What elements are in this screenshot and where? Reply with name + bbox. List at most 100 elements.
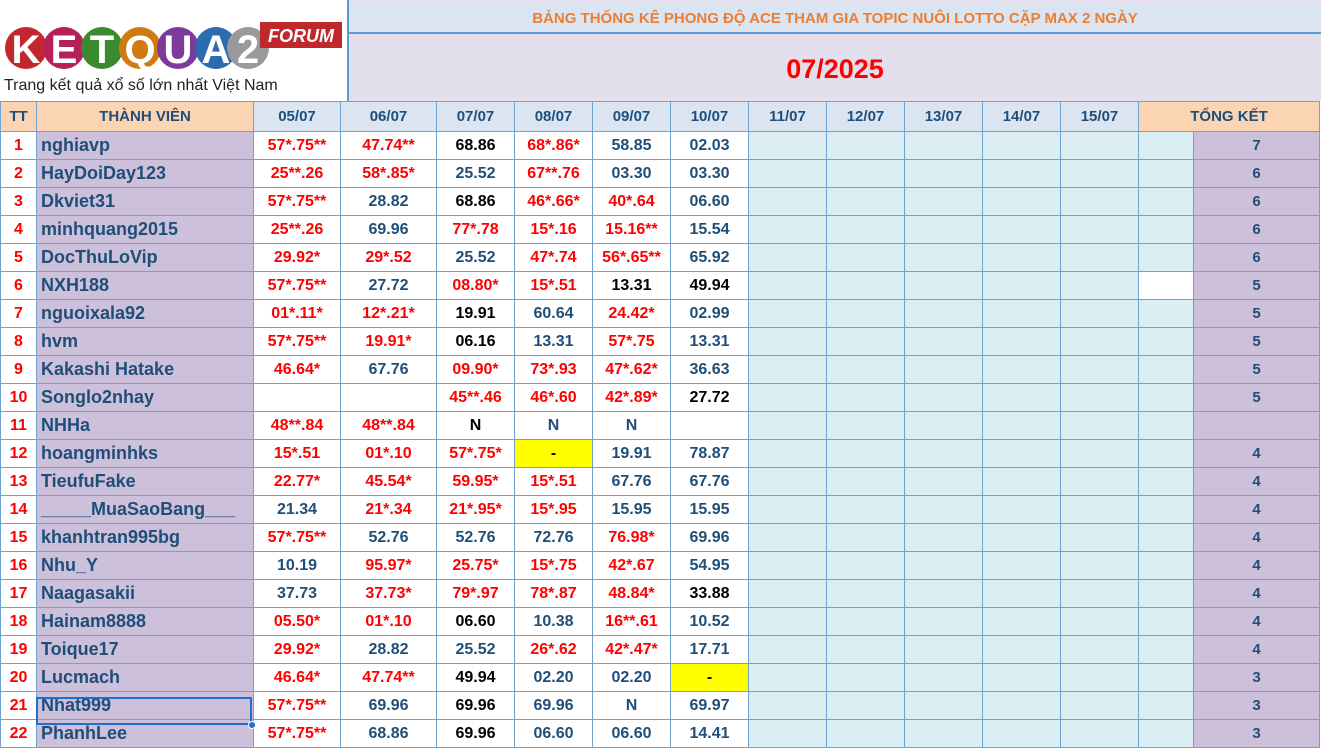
col-header-date[interactable]: 10/07 [670,101,749,132]
empty-day-cell[interactable] [982,411,1061,440]
empty-day-cell[interactable] [748,355,827,384]
total-cell[interactable]: 4 [1193,579,1320,608]
summary-spacer-cell[interactable] [1138,579,1194,608]
empty-day-cell[interactable] [904,243,983,272]
result-cell[interactable]: 77*.78 [436,215,515,244]
empty-day-cell[interactable] [826,271,905,300]
result-cell[interactable]: 28.82 [340,635,437,664]
total-cell[interactable]: 3 [1193,691,1320,720]
result-cell[interactable]: 60.64 [514,299,593,328]
empty-day-cell[interactable] [1060,215,1139,244]
empty-day-cell[interactable] [748,159,827,188]
result-cell[interactable]: 15*.51 [253,439,341,468]
result-cell[interactable]: 68.86 [340,719,437,748]
empty-day-cell[interactable] [826,299,905,328]
result-cell[interactable]: 54.95 [670,551,749,580]
empty-day-cell[interactable] [904,439,983,468]
result-cell[interactable]: 57*.75** [253,691,341,720]
result-cell[interactable]: 47.74** [340,663,437,692]
result-cell[interactable]: 46.64* [253,355,341,384]
result-cell[interactable]: 52.76 [436,523,515,552]
empty-day-cell[interactable] [826,439,905,468]
result-cell[interactable]: 25.75* [436,551,515,580]
result-cell[interactable]: 29.92* [253,635,341,664]
empty-day-cell[interactable] [1060,495,1139,524]
empty-day-cell[interactable] [826,215,905,244]
result-cell[interactable]: 57*.75* [436,439,515,468]
summary-spacer-cell[interactable] [1138,467,1194,496]
result-cell[interactable]: 02.03 [670,131,749,160]
empty-day-cell[interactable] [982,159,1061,188]
total-cell[interactable]: 5 [1193,383,1320,412]
result-cell[interactable]: 69.96 [670,523,749,552]
member-name[interactable]: Nhu_Y [36,551,254,580]
member-name[interactable]: Naagasakii [36,579,254,608]
summary-spacer-cell[interactable] [1138,299,1194,328]
empty-day-cell[interactable] [748,271,827,300]
empty-day-cell[interactable] [1060,327,1139,356]
total-cell[interactable]: 6 [1193,243,1320,272]
row-number[interactable]: 20 [0,663,37,692]
total-cell[interactable]: 4 [1193,635,1320,664]
empty-day-cell[interactable] [982,495,1061,524]
empty-day-cell[interactable] [748,691,827,720]
result-cell[interactable]: 19.91 [436,299,515,328]
result-cell[interactable]: 06.16 [436,327,515,356]
row-number[interactable]: 18 [0,607,37,636]
empty-day-cell[interactable] [1060,439,1139,468]
empty-day-cell[interactable] [748,579,827,608]
empty-day-cell[interactable] [748,719,827,748]
total-cell[interactable]: 3 [1193,663,1320,692]
col-header-date[interactable]: 15/07 [1060,101,1139,132]
row-number[interactable]: 22 [0,719,37,748]
total-cell[interactable]: 4 [1193,467,1320,496]
empty-day-cell[interactable] [982,467,1061,496]
member-name[interactable]: HayDoiDay123 [36,159,254,188]
empty-day-cell[interactable] [748,411,827,440]
summary-spacer-cell[interactable] [1138,495,1194,524]
empty-day-cell[interactable] [982,663,1061,692]
total-cell[interactable]: 6 [1193,187,1320,216]
total-cell[interactable]: 5 [1193,299,1320,328]
result-cell[interactable]: N [592,411,671,440]
empty-day-cell[interactable] [982,523,1061,552]
row-number[interactable]: 3 [0,187,37,216]
empty-day-cell[interactable] [748,551,827,580]
result-cell[interactable]: 65.92 [670,243,749,272]
result-cell[interactable]: 33.88 [670,579,749,608]
empty-day-cell[interactable] [826,467,905,496]
result-cell[interactable]: 28.82 [340,187,437,216]
empty-day-cell[interactable] [904,159,983,188]
summary-spacer-cell[interactable] [1138,215,1194,244]
empty-day-cell[interactable] [1060,467,1139,496]
member-name[interactable]: DocThuLoVip [36,243,254,272]
result-cell[interactable]: 15*.51 [514,467,593,496]
result-cell[interactable]: 42*.89* [592,383,671,412]
empty-day-cell[interactable] [826,691,905,720]
result-cell[interactable]: 57*.75 [592,327,671,356]
row-number[interactable]: 12 [0,439,37,468]
result-cell[interactable]: 67.76 [340,355,437,384]
result-cell[interactable]: 06.60 [514,719,593,748]
empty-day-cell[interactable] [1060,243,1139,272]
result-cell[interactable]: 27.72 [670,383,749,412]
empty-day-cell[interactable] [904,495,983,524]
row-number[interactable]: 21 [0,691,37,720]
empty-day-cell[interactable] [1060,299,1139,328]
empty-day-cell[interactable] [982,271,1061,300]
result-cell[interactable]: 78*.87 [514,579,593,608]
total-cell[interactable] [1193,411,1320,440]
member-name[interactable]: Songlo2nhay [36,383,254,412]
result-cell[interactable]: 69.96 [340,215,437,244]
result-cell[interactable]: 57*.75** [253,131,341,160]
empty-day-cell[interactable] [904,299,983,328]
result-cell[interactable]: N [514,411,593,440]
empty-day-cell[interactable] [826,579,905,608]
col-header-date[interactable]: 05/07 [253,101,341,132]
result-cell[interactable]: 10.19 [253,551,341,580]
empty-day-cell[interactable] [982,327,1061,356]
result-cell[interactable]: 06.60 [436,607,515,636]
empty-day-cell[interactable] [1060,131,1139,160]
result-cell[interactable]: 47.74** [340,131,437,160]
result-cell[interactable]: 49.94 [436,663,515,692]
